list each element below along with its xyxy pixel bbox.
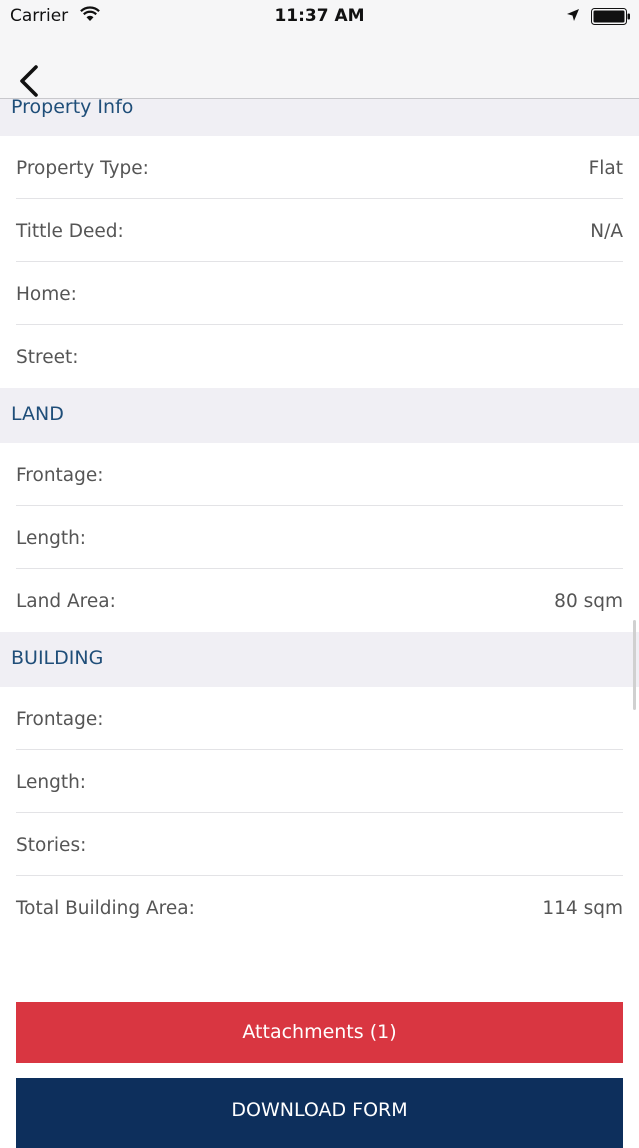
status-bar: Carrier 11:37 AM xyxy=(0,0,639,34)
section-header-land: LAND xyxy=(0,388,639,443)
row-label: Frontage: xyxy=(16,465,104,486)
row-value: 114 sqm xyxy=(542,898,623,919)
back-chevron-icon[interactable] xyxy=(14,64,42,98)
row-title-deed: Tittle Deed: N/A xyxy=(0,199,639,262)
row-value: Flat xyxy=(588,158,623,179)
row-land-length: Length: xyxy=(0,506,639,569)
row-label: Stories: xyxy=(16,835,87,856)
row-label: Street: xyxy=(16,347,79,368)
row-label: Property Type: xyxy=(16,158,149,179)
row-label: Frontage: xyxy=(16,709,104,730)
section-header-property-info: Property Info xyxy=(0,96,639,136)
status-time: 11:37 AM xyxy=(274,6,365,26)
row-value: N/A xyxy=(590,221,623,242)
download-form-button[interactable]: DOWNLOAD FORM xyxy=(16,1078,623,1148)
row-value: 80 sqm xyxy=(554,591,623,612)
attachments-button[interactable]: Attachments (1) xyxy=(16,1002,623,1063)
section-title-building: BUILDING xyxy=(11,647,104,669)
row-total-building-area: Total Building Area: 114 sqm xyxy=(0,876,639,939)
location-arrow-icon xyxy=(567,9,579,21)
battery-icon xyxy=(591,8,630,25)
navigation-bar xyxy=(0,34,639,99)
row-building-frontage: Frontage: xyxy=(0,687,639,750)
row-land-frontage: Frontage: xyxy=(0,443,639,506)
section-header-building: BUILDING xyxy=(0,632,639,687)
section-title-property-info: Property Info xyxy=(11,96,134,118)
row-label: Total Building Area: xyxy=(16,898,195,919)
row-label: Home: xyxy=(16,284,77,305)
row-label: Tittle Deed: xyxy=(16,221,124,242)
section-title-land: LAND xyxy=(11,403,64,425)
row-property-type: Property Type: Flat xyxy=(0,136,639,199)
row-label: Length: xyxy=(16,528,87,549)
row-street: Street: xyxy=(0,325,639,388)
row-building-length: Length: xyxy=(0,750,639,813)
row-label: Length: xyxy=(16,772,87,793)
row-label: Land Area: xyxy=(16,591,116,612)
row-home: Home: xyxy=(0,262,639,325)
row-land-area: Land Area: 80 sqm xyxy=(0,569,639,632)
row-building-stories: Stories: xyxy=(0,813,639,876)
scroll-indicator[interactable] xyxy=(633,620,636,710)
